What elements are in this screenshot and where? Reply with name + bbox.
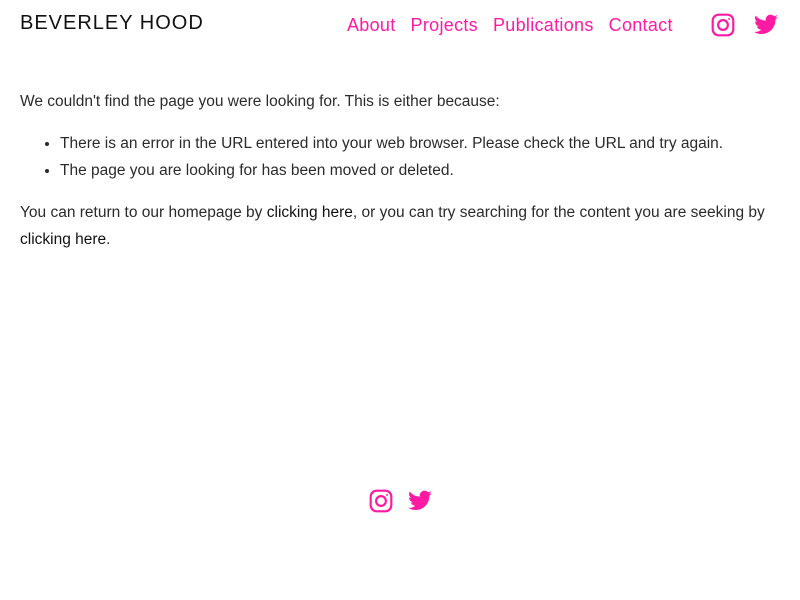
site-title[interactable]: BEVERLEY HOOD <box>20 12 204 35</box>
site-header: BEVERLEY HOOD About Projects Publication… <box>0 0 800 50</box>
twitter-icon[interactable] <box>753 12 779 38</box>
main-nav: About Projects Publications Contact <box>347 15 673 36</box>
not-found-message: We couldn't find the page you were looki… <box>20 88 780 253</box>
list-item: The page you are looking for has been mo… <box>60 157 780 184</box>
header-social-links <box>710 12 779 38</box>
homepage-link[interactable]: clicking here <box>267 204 353 221</box>
nav-link-about[interactable]: About <box>347 15 396 36</box>
twitter-icon[interactable] <box>407 488 433 514</box>
intro-text: We couldn't find the page you were looki… <box>20 93 500 110</box>
list-item: There is an error in the URL entered int… <box>60 130 780 157</box>
reasons-list: There is an error in the URL entered int… <box>20 130 780 184</box>
return-paragraph: You can return to our homepage by clicki… <box>20 199 780 253</box>
footer-social-links <box>368 488 433 514</box>
search-link[interactable]: clicking here <box>20 231 106 248</box>
nav-link-contact[interactable]: Contact <box>609 15 673 36</box>
return-text: . <box>106 231 111 248</box>
return-text: You can return to our homepage by <box>20 204 267 221</box>
instagram-icon[interactable] <box>368 488 394 514</box>
return-text: , or you can try searching for the conte… <box>352 204 765 221</box>
nav-link-publications[interactable]: Publications <box>493 15 594 36</box>
nav-link-projects[interactable]: Projects <box>411 15 478 36</box>
instagram-icon[interactable] <box>710 12 736 38</box>
